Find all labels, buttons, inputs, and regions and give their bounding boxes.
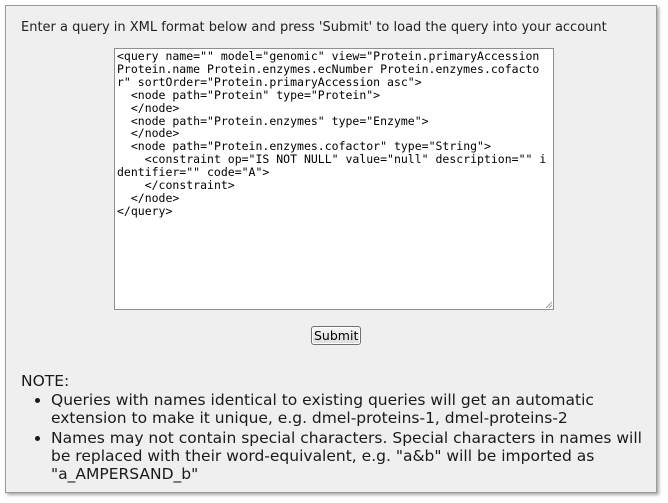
submit-button[interactable]: Submit	[311, 326, 362, 345]
note-section: NOTE: Queries with names identical to ex…	[21, 372, 651, 485]
note-item: Names may not contain special characters…	[51, 429, 651, 483]
instructions-text: Enter a query in XML format below and pr…	[21, 20, 607, 35]
note-list: Queries with names identical to existing…	[21, 391, 651, 483]
note-item: Queries with names identical to existing…	[51, 391, 651, 427]
note-title: NOTE:	[21, 372, 70, 390]
query-xml-textarea[interactable]	[114, 48, 554, 310]
import-query-panel: Enter a query in XML format below and pr…	[5, 5, 657, 493]
resize-grip-icon[interactable]	[543, 299, 553, 309]
